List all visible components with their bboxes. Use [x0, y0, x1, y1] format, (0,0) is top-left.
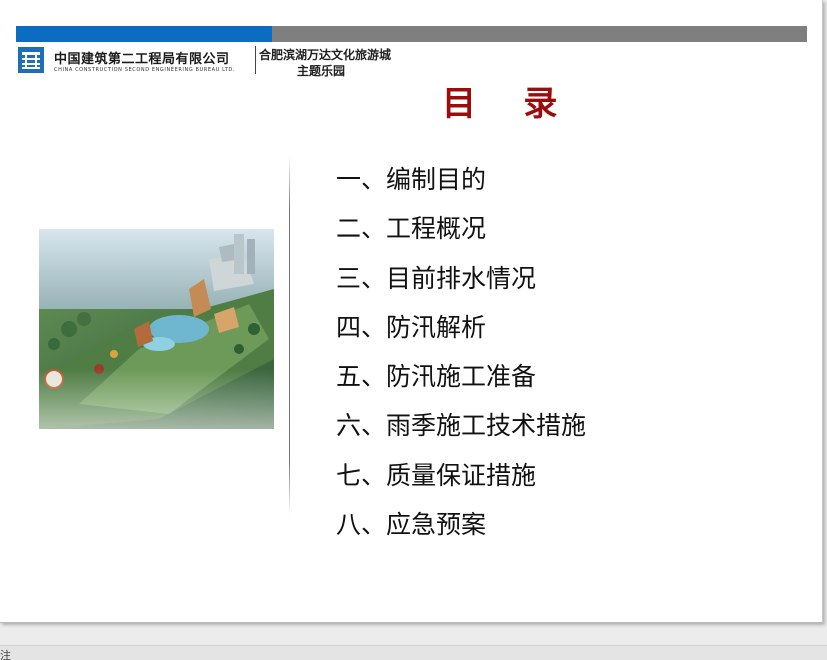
toc-item[interactable]: 五、防汛施工准备 — [336, 357, 586, 406]
toc-item[interactable]: 七、质量保证措施 — [336, 456, 586, 505]
company-name-cn: 中国建筑第二工程局有限公司 — [54, 52, 230, 67]
project-subtitle: 主题乐园 — [297, 64, 346, 78]
toc-item[interactable]: 二、工程概况 — [336, 209, 586, 258]
logo-divider — [255, 46, 256, 74]
toc-item[interactable]: 一、编制目的 — [336, 160, 586, 209]
notes-label: 注 — [0, 649, 11, 660]
toc-item[interactable]: 八、应急预案 — [336, 505, 586, 554]
header-bar-gray — [272, 26, 807, 42]
project-name: 合肥滨湖万达文化旅游城 — [259, 48, 392, 62]
app-canvas: 中国建筑第二工程局有限公司 CHINA CONSTRUCTION SECOND … — [0, 0, 827, 660]
theme-park-aerial-image — [39, 229, 274, 429]
toc-item[interactable]: 四、防汛解析 — [336, 308, 586, 357]
toc-item[interactable]: 三、目前排水情况 — [336, 259, 586, 308]
header-bar-blue — [16, 26, 272, 42]
notes-bar[interactable]: 注 — [0, 645, 827, 660]
content-divider — [289, 155, 290, 515]
company-name-en: CHINA CONSTRUCTION SECOND ENGINEERING BU… — [54, 67, 236, 73]
slide[interactable]: 中国建筑第二工程局有限公司 CHINA CONSTRUCTION SECOND … — [0, 0, 823, 623]
slide-title: 目 录 — [442, 84, 558, 124]
table-of-contents: 一、编制目的 二、工程概况 三、目前排水情况 四、防汛解析 五、防汛施工准备 六… — [336, 160, 586, 554]
toc-item[interactable]: 六、雨季施工技术措施 — [336, 406, 586, 455]
cscec-logo-icon — [18, 47, 44, 73]
